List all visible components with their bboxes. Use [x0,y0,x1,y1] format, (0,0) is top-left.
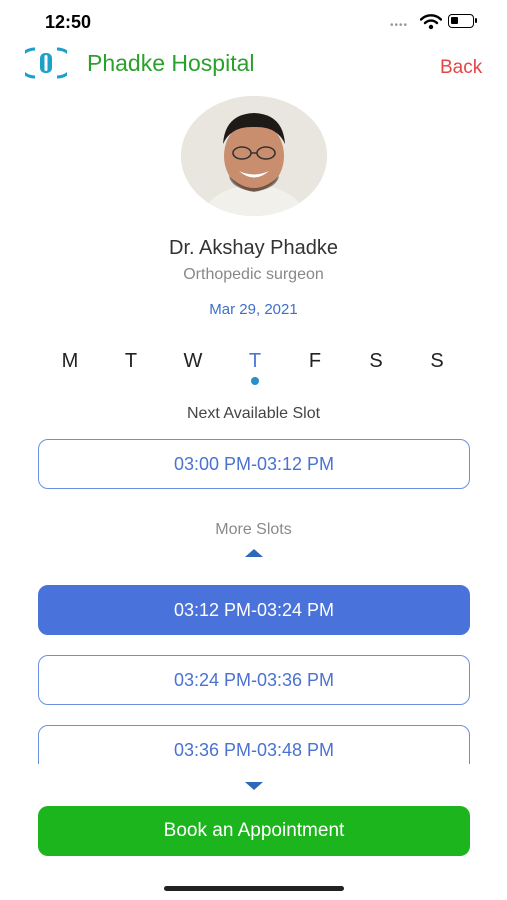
scroll-down-arrow-icon[interactable] [245,782,263,790]
back-button[interactable]: Back [440,57,482,79]
slot-button[interactable]: 03:24 PM-03:36 PM [38,655,470,705]
next-slot-button[interactable]: 03:00 PM-03:12 PM [38,439,470,489]
doctor-specialty: Orthopedic surgeon [183,266,324,283]
cellular-signal-icon: •••• [390,20,409,31]
selected-day-indicator [251,377,259,385]
selected-date: Mar 29, 2021 [209,301,298,318]
slot-button[interactable]: 03:12 PM-03:24 PM [38,585,470,635]
status-time: 12:50 [45,12,92,32]
app-title: Phadke Hospital [87,50,255,76]
more-slots-heading: More Slots [215,521,292,538]
day-tuesday[interactable]: T [116,350,146,373]
day-friday[interactable]: F [300,350,330,373]
day-monday[interactable]: M [55,350,85,373]
day-wednesday[interactable]: W [178,350,208,373]
day-saturday[interactable]: S [361,350,391,373]
home-indicator[interactable] [164,886,344,891]
doctor-name: Dr. Akshay Phadke [169,237,338,259]
book-appointment-button[interactable]: Book an Appointment [38,806,470,856]
wifi-icon [419,14,443,35]
scroll-up-arrow-icon[interactable] [245,549,263,557]
day-thursday[interactable]: T [240,350,270,373]
hospital-logo-icon [17,45,75,86]
day-sunday[interactable]: S [422,350,452,373]
battery-icon [448,14,477,28]
slot-list[interactable]: 03:12 PM-03:24 PM 03:24 PM-03:36 PM 03:3… [0,580,507,764]
doctor-avatar [181,96,327,216]
next-slot-heading: Next Available Slot [186,405,321,422]
slot-button[interactable]: 03:36 PM-03:48 PM [38,725,470,764]
